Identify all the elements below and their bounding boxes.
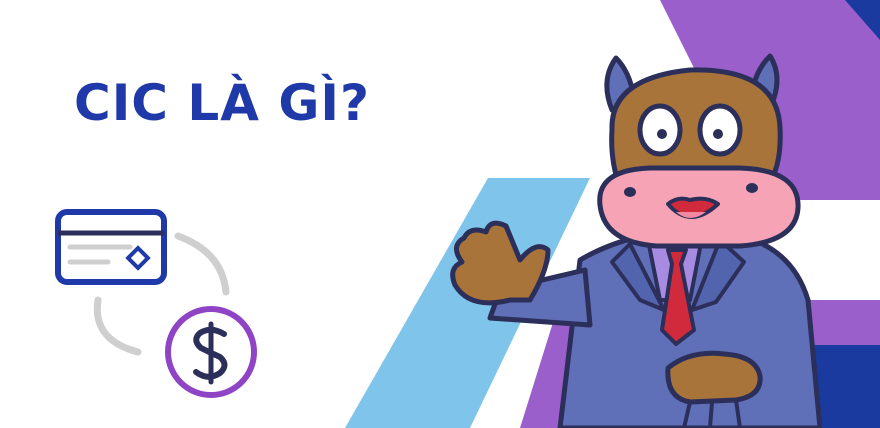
mascot-right-pupil <box>713 129 723 139</box>
cow-mascot <box>450 53 823 428</box>
mascot-right-nostril <box>746 183 758 193</box>
mascot-left-nostril <box>624 187 636 197</box>
mascot-resting-hand <box>665 350 763 405</box>
banner: CIC LÀ GÌ? <box>0 0 880 428</box>
mascot-waving-hand <box>450 220 551 306</box>
mascot-left-pupil <box>657 129 667 139</box>
